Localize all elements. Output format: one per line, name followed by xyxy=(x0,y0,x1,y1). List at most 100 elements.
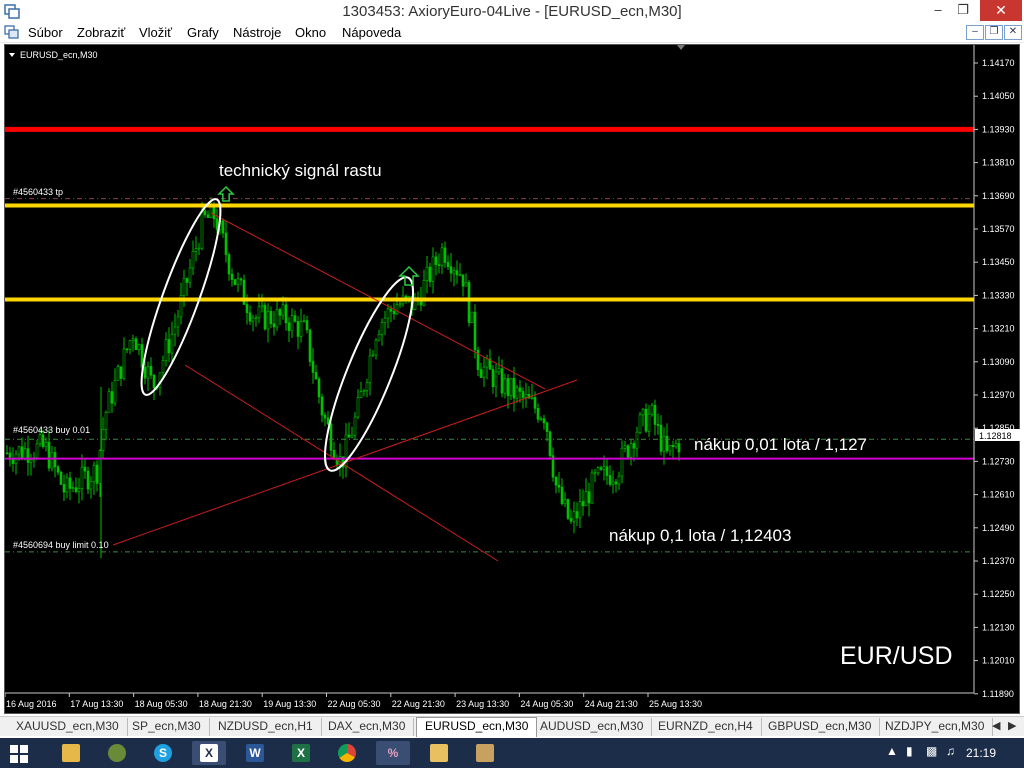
candle-body xyxy=(569,518,573,522)
taskbar-calc[interactable] xyxy=(468,741,502,765)
candle-body xyxy=(35,443,39,458)
candle-body xyxy=(68,477,72,489)
taskbar-explorer-window[interactable] xyxy=(54,741,88,765)
candle-body xyxy=(437,264,441,266)
minimize-button[interactable]: – xyxy=(925,0,951,21)
menu-item-zobrazit[interactable]: Zobraziť xyxy=(77,25,125,40)
candle-body xyxy=(362,390,366,392)
candle-body xyxy=(497,368,501,373)
menu-item-vlozit[interactable]: Vložiť xyxy=(139,25,172,40)
candle-body xyxy=(545,422,549,433)
taskbar-xtrade[interactable]: X xyxy=(192,741,226,765)
candle-body xyxy=(521,391,525,398)
tab-dax[interactable]: DAX_ecn,M30 xyxy=(320,718,415,736)
candle-body xyxy=(611,481,615,485)
tab-nzdusd[interactable]: NZDUSD_ecn,H1 xyxy=(210,718,322,736)
chart-tabs: XAUUSD_ecn,M30 SP_ecn,M30 NZDUSD_ecn,H1 … xyxy=(0,716,1024,737)
candle-body xyxy=(671,445,675,448)
candle-body xyxy=(29,459,33,463)
document-icon[interactable] xyxy=(4,25,19,39)
candle-body xyxy=(137,344,141,351)
candle-body xyxy=(659,424,663,452)
tab-nzdjpy[interactable]: NZDJPY_ecn,M30 xyxy=(877,718,994,736)
tab-audusd[interactable]: AUDUSD_ecn,M30 xyxy=(532,718,653,736)
current-price-text: 1.12818 xyxy=(979,431,1012,441)
candle-body xyxy=(635,431,639,449)
menu-item-nastroje[interactable]: Nástroje xyxy=(233,25,281,40)
excel-icon: X xyxy=(292,744,310,762)
maximize-button[interactable]: ❐ xyxy=(951,0,975,21)
candle-body xyxy=(83,466,87,472)
window-title: 1303453: AxioryEuro-04Live - [EURUSD_ecn… xyxy=(342,3,682,20)
price-tick-label: 1.12610 xyxy=(982,490,1015,500)
tray-volume-icon[interactable]: ♫ xyxy=(946,744,955,758)
tray-network-icon[interactable]: ▩ xyxy=(926,744,937,758)
tab-eurusd[interactable]: EURUSD_ecn,M30 xyxy=(416,717,538,737)
tab-gbpusd[interactable]: GBPUSD_ecn,M30 xyxy=(760,718,881,736)
tab-sp[interactable]: SP_ecn,M30 xyxy=(124,718,210,736)
candle-body xyxy=(239,278,243,281)
candle-body xyxy=(455,270,459,276)
taskbar-folder[interactable] xyxy=(422,741,456,765)
menu-item-subor[interactable]: Súbor xyxy=(28,25,63,40)
taskbar-excel[interactable]: X xyxy=(284,741,318,765)
candle-body xyxy=(434,256,438,265)
menu-item-okno[interactable]: Okno xyxy=(295,25,326,40)
price-chart[interactable]: 1.14170 1.14050 1.13930 1.13810 1.13690 1.135… xyxy=(4,44,1021,715)
finder-icon xyxy=(108,744,126,762)
menu-item-grafy[interactable]: Grafy xyxy=(187,25,219,40)
tray-device-icon[interactable]: ▮ xyxy=(906,744,913,758)
candle-body xyxy=(44,441,48,447)
taskbar-chrome[interactable] xyxy=(330,741,364,765)
candle-body xyxy=(257,306,261,319)
taskbar: S X W X % ▲ ▮ ▩ ♫ 21:19 xyxy=(0,738,1024,768)
menu-item-napoveda[interactable]: Nápoveda xyxy=(342,25,401,40)
candle-body xyxy=(632,443,636,449)
candle-body xyxy=(122,348,126,379)
candle-body xyxy=(554,476,558,486)
candle-body xyxy=(194,248,198,252)
candle-body xyxy=(77,488,81,492)
candle-body xyxy=(629,443,633,458)
candle-body xyxy=(596,467,600,474)
child-minimize-button[interactable]: – xyxy=(966,25,984,40)
candle-body xyxy=(518,387,522,392)
candle-body xyxy=(227,254,231,275)
candle-body xyxy=(479,369,483,378)
candle-body xyxy=(650,405,654,415)
tab-eurnzd[interactable]: EURNZD_ecn,H4 xyxy=(650,718,762,736)
windows-start-icon[interactable] xyxy=(10,745,28,763)
shift-marker-icon[interactable] xyxy=(677,45,685,50)
tray-expand-icon[interactable]: ▲ xyxy=(886,744,898,758)
candle-body xyxy=(176,316,180,328)
tab-scroll-left-icon[interactable]: ◀ xyxy=(992,719,1000,732)
candle-body xyxy=(302,320,306,322)
price-tick-label: 1.12010 xyxy=(982,656,1015,666)
taskbar-metatrader[interactable]: % xyxy=(376,741,410,765)
tab-xauusd[interactable]: XAUUSD_ecn,M30 xyxy=(8,718,128,736)
candle-body xyxy=(59,471,63,485)
child-restore-button[interactable]: ❐ xyxy=(985,25,1003,40)
trendline-channel-lower xyxy=(184,364,499,562)
candle-body xyxy=(389,308,393,312)
close-button[interactable]: ✕ xyxy=(980,0,1022,21)
candle-body xyxy=(50,452,54,469)
taskbar-word[interactable]: W xyxy=(238,741,272,765)
candle-body xyxy=(548,431,552,456)
word-icon: W xyxy=(246,744,264,762)
child-close-button[interactable]: ✕ xyxy=(1004,25,1022,40)
candle-body xyxy=(80,466,84,489)
taskbar-skype[interactable]: S xyxy=(146,741,180,765)
candle-body xyxy=(524,394,528,398)
time-tick-label: 19 Aug 13:30 xyxy=(263,699,316,709)
collapse-triangle-icon[interactable] xyxy=(9,53,15,57)
taskbar-finder[interactable] xyxy=(100,741,134,765)
candle-body xyxy=(626,445,630,458)
chart-canvas[interactable]: 1.14170 1.14050 1.13930 1.13810 1.13690 1.135… xyxy=(5,45,1021,715)
candle-body xyxy=(443,247,447,263)
candle-body xyxy=(26,448,30,463)
candle-body xyxy=(542,418,546,424)
tab-scroll-right-icon[interactable]: ▶ xyxy=(1008,719,1016,732)
annotation-buy-large: nákup 0,1 lota / 1,12403 xyxy=(609,526,791,545)
candle-body xyxy=(245,304,249,314)
